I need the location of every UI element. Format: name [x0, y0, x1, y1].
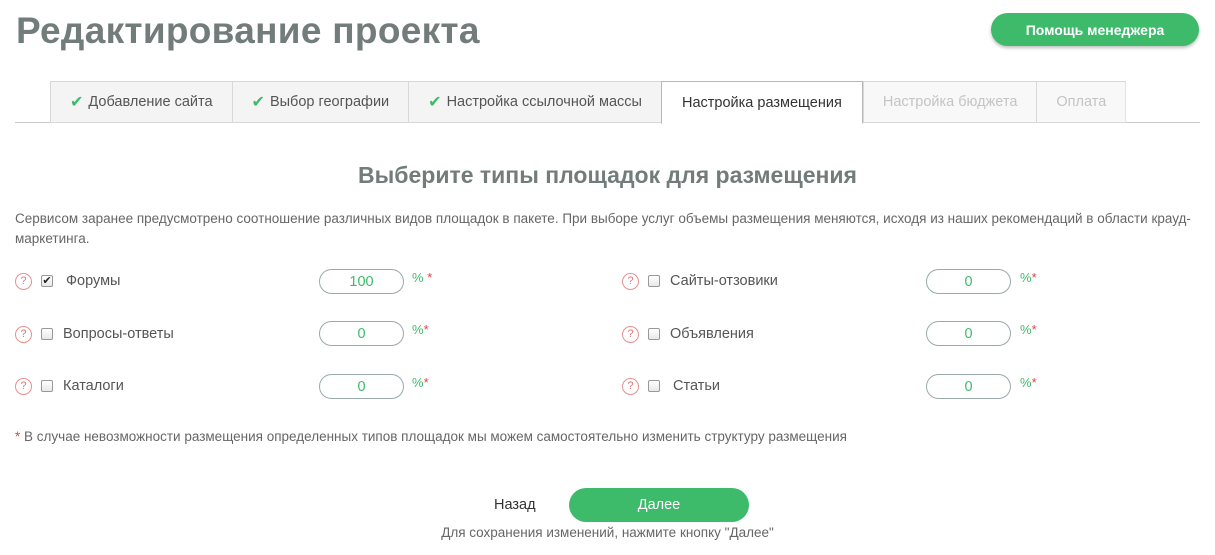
platform-percent-input[interactable]: [319, 321, 404, 346]
platform-row-ads: ? Объявления: [622, 320, 754, 348]
platform-checkbox[interactable]: [41, 380, 53, 392]
tab-label: Оплата: [1056, 94, 1107, 110]
platform-percent-input[interactable]: [319, 269, 404, 294]
check-icon: ✔: [251, 94, 265, 111]
platform-percent-input[interactable]: [926, 374, 1011, 399]
page-title: Редактирование проекта: [16, 10, 480, 51]
platform-row-forums: ? ✔ Форумы: [15, 267, 120, 295]
tab-label: Настройка бюджета: [882, 94, 1018, 110]
platform-percent-input[interactable]: [926, 321, 1011, 346]
tab-label: Настройка размещения: [681, 94, 842, 111]
help-icon[interactable]: ?: [15, 325, 32, 343]
checkmark-icon: ✔: [42, 274, 52, 287]
tab-link-mass[interactable]: ✔ Настройка ссылочной массы: [408, 81, 661, 123]
platform-label: Сайты-отзовики: [670, 273, 778, 289]
percent-label: % *: [412, 270, 433, 285]
percent-label: %*: [1020, 322, 1037, 337]
platform-checkbox[interactable]: [648, 275, 660, 287]
tab-label: Добавление сайта: [88, 94, 213, 110]
platform-row-qa: ? Вопросы-ответы: [15, 320, 174, 348]
platform-checkbox[interactable]: [648, 380, 660, 392]
tab-geography[interactable]: ✔ Выбор географии: [231, 81, 409, 123]
tab-payment: Оплата: [1036, 81, 1127, 123]
platform-row-articles: ? Статьи: [622, 372, 720, 400]
help-icon[interactable]: ?: [622, 325, 639, 343]
help-icon[interactable]: ?: [15, 377, 32, 395]
tab-add-site[interactable]: ✔ Добавление сайта: [50, 81, 232, 123]
platform-checkbox[interactable]: [648, 328, 660, 340]
step-tabs: ✔ Добавление сайта ✔ Выбор географии ✔ Н…: [50, 81, 1127, 124]
help-icon[interactable]: ?: [622, 377, 639, 395]
platform-checkbox[interactable]: ✔: [41, 275, 53, 287]
help-icon[interactable]: ?: [15, 272, 32, 290]
tab-budget: Настройка бюджета: [862, 81, 1037, 123]
platform-percent-input[interactable]: [319, 374, 404, 399]
platform-checkbox[interactable]: [41, 328, 53, 340]
help-icon[interactable]: ?: [622, 272, 639, 290]
intro-text: Сервисом заранее предусмотрено соотношен…: [15, 211, 1191, 246]
required-mark: *: [15, 429, 21, 444]
check-icon: ✔: [70, 94, 84, 111]
placement-note: * В случае невозможности размещения опре…: [15, 429, 847, 444]
percent-label: %*: [1020, 270, 1037, 285]
manager-help-button[interactable]: Помощь менеджера: [991, 13, 1199, 46]
next-button[interactable]: Далее: [569, 488, 749, 522]
platform-label: Каталоги: [63, 378, 124, 394]
tab-placement[interactable]: Настройка размещения: [660, 81, 863, 124]
platform-label: Форумы: [66, 273, 121, 289]
percent-label: %*: [1020, 375, 1037, 390]
platform-row-catalogs: ? Каталоги: [15, 372, 124, 400]
back-button[interactable]: Назад: [486, 493, 544, 517]
percent-label: %*: [412, 322, 429, 337]
save-hint: Для сохранения изменений, нажмите кнопку…: [441, 525, 774, 540]
platform-label: Объявления: [670, 326, 754, 342]
platform-label: Вопросы-ответы: [63, 326, 174, 342]
section-title: Выберите типы площадок для размещения: [358, 162, 857, 188]
percent-label: %*: [412, 375, 429, 390]
check-icon: ✔: [428, 94, 442, 111]
platform-percent-input[interactable]: [926, 269, 1011, 294]
platform-label: Статьи: [673, 378, 720, 394]
tab-label: Настройка ссылочной массы: [446, 94, 642, 110]
platform-row-reviews: ? Сайты-отзовики: [622, 267, 778, 295]
tab-label: Выбор географии: [269, 94, 390, 110]
